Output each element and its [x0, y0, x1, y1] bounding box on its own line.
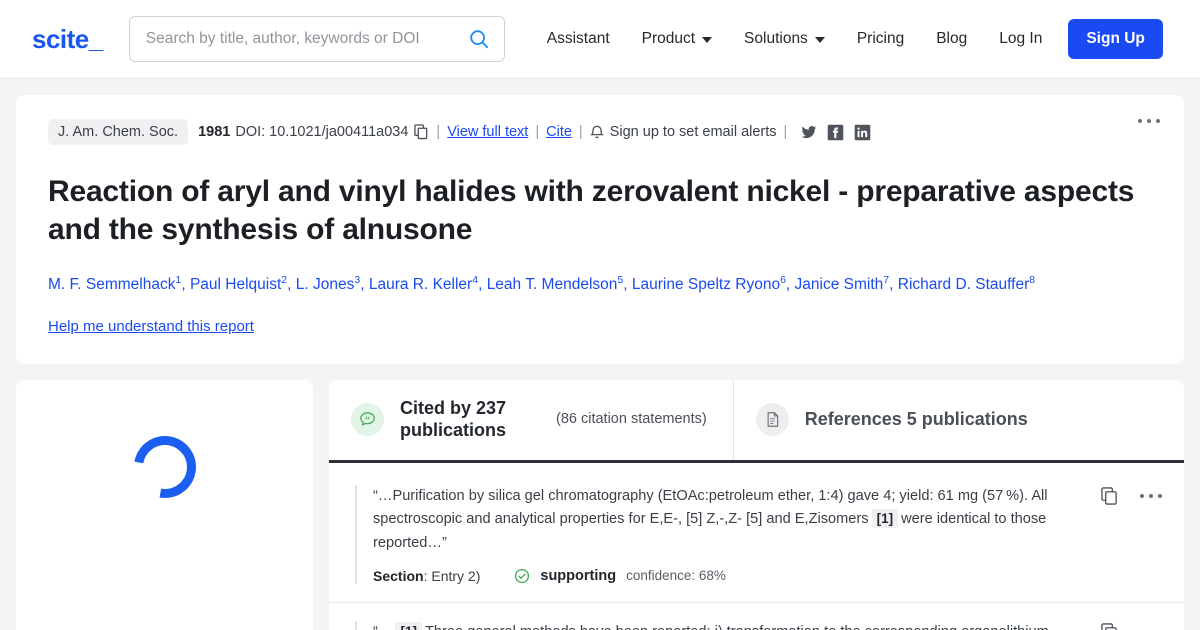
- statement-section: Section: Entry 2): [373, 568, 480, 584]
- author-name: Richard D. Stauffer: [897, 276, 1030, 294]
- quote-bubble-icon: [351, 403, 384, 437]
- statement-text-after: Three general methods have been reported…: [425, 624, 1049, 630]
- author-link[interactable]: Laurine Speltz Ryono6: [631, 274, 786, 294]
- nav-item-blog[interactable]: Blog: [920, 30, 983, 48]
- citation-tabs: Cited by 237 publications (86 citation s…: [329, 379, 1184, 463]
- page-title: Reaction of aryl and vinyl halides with …: [48, 175, 1135, 247]
- citation-statements-list: “…Purification by silica gel chromatogra…: [329, 462, 1184, 630]
- statement-actions: [1075, 485, 1162, 584]
- more-options-icon[interactable]: [1140, 487, 1162, 498]
- section-label: Section: [373, 567, 424, 584]
- author-link[interactable]: Janice Smith7: [794, 274, 890, 294]
- section-value: : Entry 2): [423, 567, 481, 584]
- tab-references-label: References 5 publications: [804, 408, 1028, 429]
- statement-actions: [1075, 621, 1162, 630]
- social-share-group: [800, 124, 871, 141]
- bell-icon: [589, 124, 604, 140]
- author-list: M. F. Semmelhack1, Paul Helquist2, L. Jo…: [48, 274, 1036, 294]
- cite-link[interactable]: Cite: [546, 124, 572, 140]
- linkedin-icon[interactable]: [854, 124, 871, 141]
- facebook-icon[interactable]: [827, 124, 844, 141]
- citation-statement: “…Purification by silica gel chromatogra…: [329, 484, 1184, 584]
- author-name: Laura R. Keller: [368, 276, 473, 294]
- article-more-options-icon[interactable]: [1138, 119, 1160, 123]
- confidence-value: confidence: 68%: [626, 568, 726, 584]
- scite-logo[interactable]: scite_: [32, 24, 103, 55]
- tab-cited-by[interactable]: Cited by 237 publications (86 citation s…: [329, 379, 734, 460]
- more-options-icon[interactable]: [1140, 623, 1162, 630]
- author-name: Leah T. Mendelson: [486, 276, 618, 294]
- lower-section: Cited by 237 publications (86 citation s…: [16, 379, 1184, 630]
- author-name: M. F. Semmelhack: [48, 276, 176, 294]
- nav-item-solutions[interactable]: Solutions: [728, 30, 841, 48]
- document-icon: [755, 403, 789, 437]
- nav-label: Blog: [936, 30, 968, 47]
- statement-text: “…Purification by silica gel chromatogra…: [373, 485, 1075, 556]
- author-name: L. Jones: [295, 276, 355, 294]
- metrics-panel: [16, 379, 313, 630]
- email-alerts-label[interactable]: Sign up to set email alerts: [610, 124, 777, 140]
- meta-separator: |: [535, 124, 540, 140]
- author-affiliation-marker: 8: [1029, 274, 1036, 287]
- search-icon[interactable]: [468, 28, 490, 50]
- nav-item-product[interactable]: Product: [626, 30, 728, 48]
- support-badge: supporting: [540, 567, 617, 584]
- statement-text: “…[1]Three general methods have been rep…: [373, 621, 1075, 630]
- doi-text: DOI: 10.1021/ja00411a034: [235, 124, 409, 140]
- main-nav: Assistant Product Solutions Pricing Blog…: [531, 19, 1163, 59]
- copy-icon[interactable]: [1101, 622, 1118, 630]
- tab-references[interactable]: References 5 publications: [734, 380, 1054, 460]
- nav-label: Solutions: [744, 30, 808, 47]
- page-body: J. Am. Chem. Soc. 1981 DOI: 10.1021/ja00…: [0, 79, 1200, 630]
- journal-badge: J. Am. Chem. Soc.: [48, 119, 189, 145]
- article-card: J. Am. Chem. Soc. 1981 DOI: 10.1021/ja00…: [16, 95, 1184, 364]
- nav-label: Pricing: [856, 30, 905, 47]
- author-link[interactable]: Paul Helquist2: [189, 274, 287, 294]
- author-link[interactable]: L. Jones3: [295, 274, 360, 294]
- reference-marker[interactable]: [1]: [395, 621, 422, 630]
- site-header: scite_ Assistant Product Solutions Prici…: [0, 0, 1200, 79]
- loading-spinner: [121, 423, 208, 510]
- tab-cited-by-sublabel: (86 citation statements): [556, 410, 707, 427]
- nav-item-assistant[interactable]: Assistant: [531, 30, 626, 48]
- article-meta-row: J. Am. Chem. Soc. 1981 DOI: 10.1021/ja00…: [48, 119, 1152, 145]
- author-link[interactable]: Richard D. Stauffer8: [897, 274, 1036, 294]
- search-input[interactable]: [145, 30, 468, 48]
- statement-text-before: “…: [373, 624, 392, 630]
- view-full-text-link[interactable]: View full text: [447, 124, 528, 140]
- statement-meta: Section: Entry 2) supporting confidence:…: [373, 568, 1075, 584]
- citations-panel: Cited by 237 publications (86 citation s…: [329, 379, 1184, 630]
- nav-item-login[interactable]: Log In: [983, 30, 1058, 48]
- meta-separator: |: [578, 124, 583, 140]
- statement-body: “…[1]Three general methods have been rep…: [355, 620, 1075, 630]
- author-link[interactable]: M. F. Semmelhack1: [48, 274, 181, 294]
- twitter-icon[interactable]: [800, 124, 817, 141]
- copy-icon[interactable]: [1101, 486, 1118, 510]
- publication-year: 1981: [198, 124, 231, 140]
- sign-up-button[interactable]: Sign Up: [1068, 19, 1163, 59]
- meta-separator: |: [783, 124, 788, 140]
- nav-item-pricing[interactable]: Pricing: [841, 30, 920, 48]
- search-box[interactable]: [128, 16, 505, 62]
- author-name: Paul Helquist: [189, 276, 282, 294]
- statement-body: “…Purification by silica gel chromatogra…: [355, 484, 1075, 584]
- nav-label: Log In: [999, 30, 1043, 47]
- reference-marker[interactable]: [1]: [871, 509, 899, 529]
- meta-separator: |: [436, 124, 441, 140]
- author-link[interactable]: Leah T. Mendelson5: [486, 274, 624, 294]
- nav-label: Assistant: [546, 30, 610, 47]
- author-name: Janice Smith: [794, 276, 884, 294]
- chevron-down-icon: [814, 37, 825, 43]
- author-name: Laurine Speltz Ryono: [631, 276, 781, 294]
- nav-label: Product: [641, 30, 696, 47]
- author-link[interactable]: Laura R. Keller4: [368, 274, 478, 294]
- chevron-down-icon: [702, 37, 713, 43]
- citation-statement: “…[1]Three general methods have been rep…: [329, 603, 1184, 630]
- check-circle-icon: [514, 568, 530, 584]
- copy-doi-icon[interactable]: [414, 124, 429, 140]
- help-understand-report-link[interactable]: Help me understand this report: [48, 318, 254, 335]
- tab-cited-by-label: Cited by 237 publications: [400, 397, 507, 440]
